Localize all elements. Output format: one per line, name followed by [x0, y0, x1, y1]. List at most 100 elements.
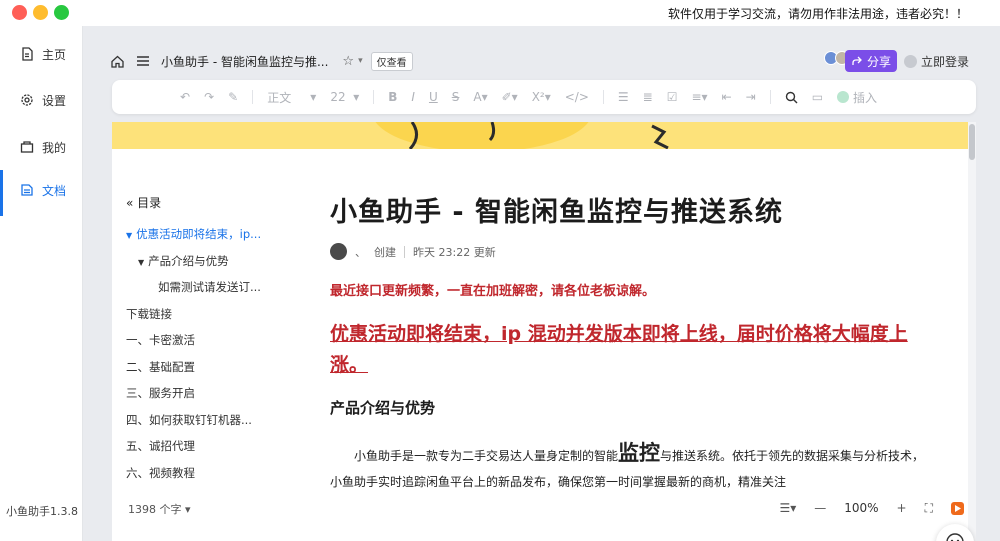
window-controls — [12, 5, 69, 20]
insert-button[interactable]: 插入 — [837, 89, 877, 106]
indent-increase-icon[interactable]: ⇥ — [746, 90, 756, 104]
zoom-level[interactable]: 100% — [844, 501, 878, 515]
toolbar-divider — [602, 90, 604, 104]
redo-icon[interactable]: ↷ — [204, 90, 214, 104]
paragraph-text: 小鱼助手是一款专为二手交易达人量身定制的智能 — [354, 449, 619, 463]
editor-toolbar: ↶ ↷ ✎ 正文 ▾ 22 ▾ B I U S A▾ ✐▾ X²▾ </> ☰ … — [112, 80, 976, 114]
layout-icon[interactable]: ☰▾ — [779, 501, 796, 515]
maximize-window-button[interactable] — [54, 5, 69, 20]
bullet-list-icon[interactable]: ☰ — [618, 90, 629, 104]
indent-decrease-icon[interactable]: ⇤ — [722, 90, 732, 104]
superscript-icon[interactable]: X²▾ — [532, 90, 551, 104]
comment-icon[interactable]: ▭ — [812, 90, 823, 104]
star-icon[interactable]: ☆ — [342, 54, 354, 69]
promo-heading: 优惠活动即将结束，ip 混动并发版本即将上线，届时价格将大幅度上涨。 — [330, 323, 908, 376]
toc-item[interactable]: ▼ 产品介绍与优势 — [126, 248, 286, 275]
file-icon — [20, 47, 34, 61]
document-body[interactable]: 小鱼助手 - 智能闲鱼监控与推送系统 、 创建 昨天 23:22 更新 最近接口… — [330, 190, 930, 495]
share-label: 分享 — [866, 54, 891, 69]
toc-item[interactable]: 四、如何获取钉钉机器... — [126, 407, 286, 434]
toc-item[interactable]: 六、视频教程 — [126, 460, 286, 487]
underline-icon[interactable]: U — [429, 90, 438, 104]
present-icon[interactable] — [951, 501, 964, 515]
toc-item-label: 六、视频教程 — [126, 465, 195, 480]
zoom-out-icon[interactable]: — — [814, 501, 826, 515]
paragraph-emphasis: 监控 — [618, 441, 661, 465]
toc-item[interactable]: 如需测试请发送订... — [126, 274, 286, 301]
checklist-icon[interactable]: ☑ — [667, 90, 678, 104]
main-content: 小鱼助手 - 智能闲鱼监控与推... ☆ ▾ 仅查看 分享 立即登录 ↶ ↷ ✎… — [92, 30, 992, 541]
sidebar-item-docs[interactable]: 文档 — [0, 170, 83, 216]
toc-item[interactable]: 一、卡密激活 — [126, 327, 286, 354]
toc-item-label: 优惠活动即将结束，ip... — [136, 227, 262, 241]
italic-icon[interactable]: I — [411, 90, 415, 104]
sidebar-item-mine[interactable]: 我的 — [0, 127, 83, 167]
zoom-in-icon[interactable]: + — [897, 501, 907, 515]
share-button[interactable]: 分享 — [845, 50, 897, 72]
gear-icon — [20, 93, 34, 107]
author-name: 、 — [355, 245, 366, 259]
login-button[interactable]: 立即登录 — [903, 53, 969, 70]
caret-down-icon[interactable]: ▼ — [126, 231, 132, 240]
sidebar-item-label: 我的 — [42, 140, 67, 155]
user-icon — [903, 55, 917, 68]
font-color-icon[interactable]: A▾ — [473, 90, 487, 104]
paragraph-style-select[interactable]: 正文 ▾ — [267, 89, 316, 106]
bold-icon[interactable]: B — [388, 90, 397, 104]
updated-time: 昨天 23:22 更新 — [413, 245, 496, 259]
chevron-down-icon[interactable]: ▾ — [358, 56, 363, 66]
menu-icon[interactable] — [135, 53, 151, 69]
sidebar-item-label: 文档 — [42, 183, 67, 198]
assistant-avatar-icon — [946, 533, 964, 541]
toc-item-label: 五、诚招代理 — [126, 439, 195, 453]
section-heading: 产品介绍与优势 — [330, 399, 436, 417]
sidebar-item-label: 主页 — [42, 47, 67, 62]
search-icon[interactable] — [785, 91, 798, 104]
font-size-value: 22 — [330, 90, 346, 104]
toc-item-label: 产品介绍与优势 — [148, 253, 229, 268]
undo-icon[interactable]: ↶ — [180, 90, 190, 104]
home-icon[interactable] — [109, 53, 125, 69]
app-sidebar: 主页 设置 我的 文档 小鱼助手1.3.8 — [0, 26, 83, 541]
avatar[interactable] — [330, 243, 347, 260]
align-icon[interactable]: ≡▾ — [692, 90, 708, 104]
document-meta: 、 创建 昨天 23:22 更新 — [330, 243, 930, 260]
toc-item[interactable]: 五、诚招代理 — [126, 433, 286, 460]
toc-header[interactable]: « 目录 — [126, 194, 286, 211]
minimize-window-button[interactable] — [33, 5, 48, 20]
highlight-icon[interactable]: ✐▾ — [502, 90, 518, 104]
body-paragraph: 小鱼助手是一款专为二手交易达人量身定制的智能监控与推送系统。依托于领先的数据采集… — [330, 440, 930, 495]
document-heading: 小鱼助手 - 智能闲鱼监控与推送系统 — [330, 197, 784, 228]
doc-icon — [20, 183, 34, 197]
notice-paragraph: 最近接口更新频繁，一直在加班解密，请各位老板谅解。 — [330, 284, 656, 299]
code-icon[interactable]: </> — [565, 90, 589, 104]
app-version: 小鱼助手1.3.8 — [6, 505, 78, 518]
plus-icon — [837, 91, 850, 103]
toc-item[interactable]: 三、服务开启 — [126, 380, 286, 407]
sidebar-item-label: 设置 — [42, 93, 67, 108]
fullscreen-icon[interactable]: ⛶ — [925, 501, 933, 516]
toolbar-divider — [252, 90, 254, 104]
close-window-button[interactable] — [12, 5, 27, 20]
strikethrough-icon[interactable]: S — [452, 90, 460, 104]
toolbar-divider — [373, 90, 375, 104]
toc-item[interactable]: 二、基础配置 — [126, 354, 286, 381]
toolbar-divider — [769, 90, 771, 104]
scrollbar-thumb[interactable] — [969, 124, 975, 160]
status-bar: ☰▾ — 100% + ⛶ — [112, 493, 976, 523]
document-page: « 目录 ▼ 优惠活动即将结束，ip... ▼ 产品介绍与优势 如需测试请发送订..… — [112, 122, 976, 541]
document-title-tab[interactable]: 小鱼助手 - 智能闲鱼监控与推... — [161, 53, 328, 70]
font-size-select[interactable]: 22 ▾ — [330, 90, 359, 104]
format-painter-icon[interactable]: ✎ — [228, 90, 238, 104]
toc-item[interactable]: 下载链接 — [126, 301, 286, 328]
numbered-list-icon[interactable]: ≣ — [643, 90, 653, 104]
caret-down-icon[interactable]: ▼ — [138, 258, 144, 267]
sidebar-item-settings[interactable]: 设置 — [0, 80, 83, 120]
insert-label: 插入 — [853, 90, 878, 105]
vertical-scrollbar[interactable] — [968, 122, 976, 541]
toc-item[interactable]: ▼ 优惠活动即将结束，ip... — [126, 221, 286, 248]
toc-item-label: 如需测试请发送订... — [158, 280, 261, 294]
sidebar-item-home[interactable]: 主页 — [0, 34, 83, 74]
view-mode-badge[interactable]: 仅查看 — [370, 51, 413, 71]
toc-item-label: 二、基础配置 — [126, 359, 195, 374]
